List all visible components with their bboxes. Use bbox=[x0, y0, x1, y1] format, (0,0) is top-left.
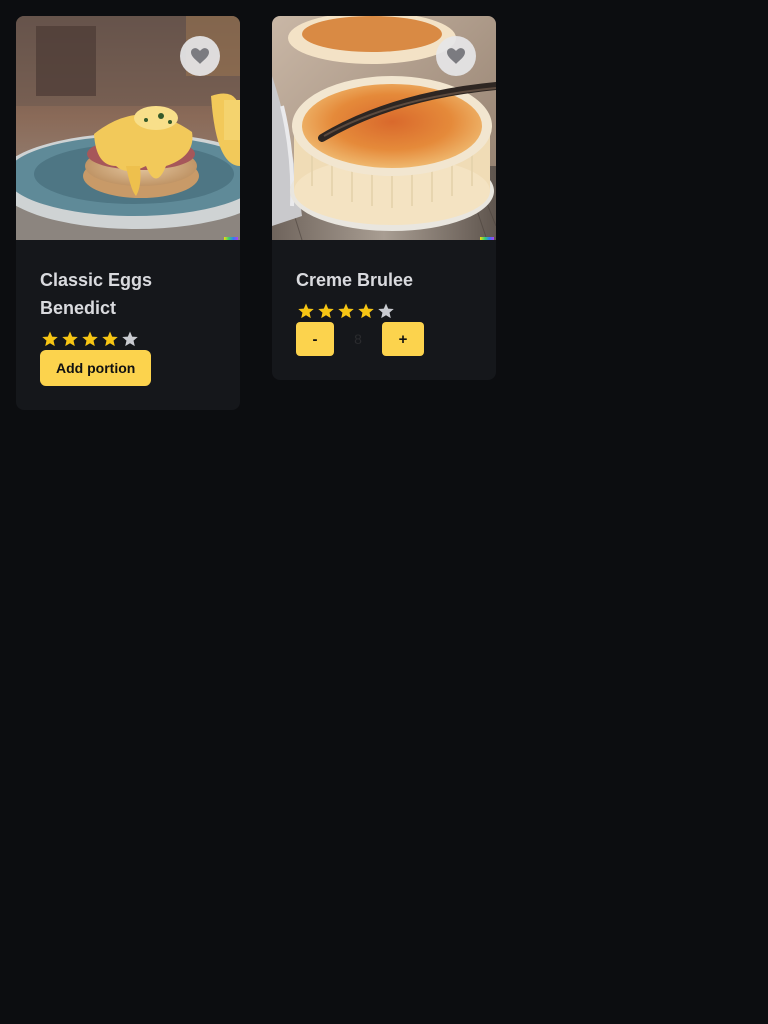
star-filled-icon bbox=[80, 329, 100, 349]
favorite-button[interactable] bbox=[180, 36, 220, 76]
heart-icon bbox=[191, 48, 209, 64]
star-filled-icon bbox=[100, 329, 120, 349]
star-filled-icon bbox=[60, 329, 80, 349]
recipe-title: Creme Brulee bbox=[296, 270, 414, 290]
decrease-button[interactable]: - bbox=[296, 322, 334, 356]
star-filled-icon bbox=[40, 329, 60, 349]
rating-stars bbox=[40, 328, 216, 350]
recipe-title: Classic Eggs Benedict bbox=[40, 270, 153, 318]
star-filled-icon bbox=[356, 301, 376, 321]
recipe-photo bbox=[272, 16, 496, 240]
recipe-grid: Classic Eggs Benedict Add portion Creme … bbox=[16, 16, 496, 410]
star-filled-icon bbox=[336, 301, 356, 321]
recipe-card: Creme Brulee - + bbox=[272, 16, 496, 380]
watermark-strip bbox=[480, 237, 494, 240]
quantity-input[interactable] bbox=[338, 322, 378, 356]
heart-icon bbox=[447, 48, 465, 64]
watermark-strip bbox=[224, 237, 238, 240]
quantity-stepper: - + bbox=[296, 322, 472, 356]
star-filled-icon bbox=[296, 301, 316, 321]
star-empty-icon bbox=[376, 301, 396, 321]
increase-button[interactable]: + bbox=[382, 322, 424, 356]
star-empty-icon bbox=[120, 329, 140, 349]
recipe-photo bbox=[16, 16, 240, 240]
favorite-button[interactable] bbox=[436, 36, 476, 76]
rating-stars bbox=[296, 300, 472, 322]
add-portion-button[interactable]: Add portion bbox=[40, 350, 152, 386]
star-filled-icon bbox=[316, 301, 336, 321]
recipe-card: Classic Eggs Benedict Add portion bbox=[16, 16, 240, 410]
